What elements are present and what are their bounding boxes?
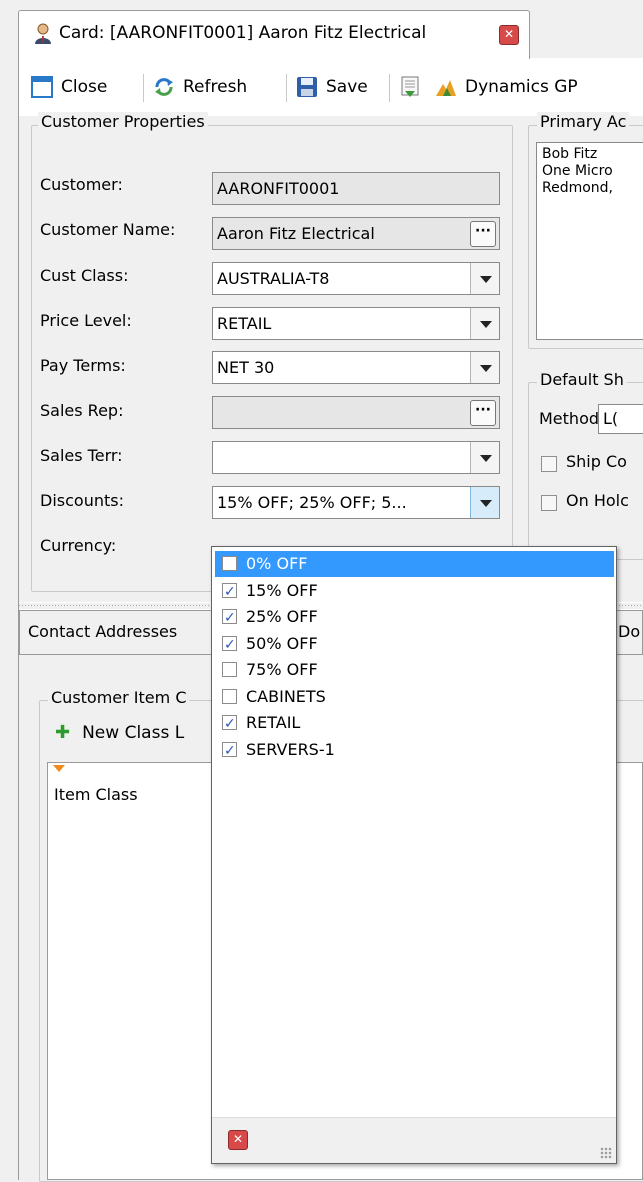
- chevron-down-icon[interactable]: [470, 487, 499, 518]
- chevron-down-icon[interactable]: [470, 442, 499, 473]
- ship-complete-label: Ship Co: [566, 452, 627, 471]
- discount-option[interactable]: 0% OFF: [215, 551, 614, 577]
- pay-terms-value: NET 30: [217, 358, 275, 377]
- discount-option-label: SERVERS-1: [246, 739, 335, 759]
- customer-properties-title: Customer Properties: [38, 112, 208, 131]
- save-icon: [297, 77, 317, 97]
- pay-terms-label: Pay Terms:: [40, 356, 126, 375]
- toolbar-divider: [143, 74, 144, 102]
- cust-class-select[interactable]: AUSTRALIA-T8: [212, 262, 500, 295]
- discount-option-label: 0% OFF: [246, 554, 308, 573]
- discount-option[interactable]: 25% OFF: [215, 604, 614, 631]
- chevron-down-icon[interactable]: [470, 263, 499, 294]
- close-icon[interactable]: ✕: [499, 25, 519, 45]
- sales-terr-select[interactable]: [212, 441, 500, 474]
- toolbar-divider: [286, 74, 287, 102]
- discount-option[interactable]: 50% OFF: [215, 631, 614, 658]
- discounts-select[interactable]: 15% OFF; 25% OFF; 5...: [212, 486, 500, 519]
- address-line: One Micro: [542, 163, 613, 179]
- close-button-label: Close: [61, 77, 108, 97]
- price-level-select[interactable]: RETAIL: [212, 307, 500, 340]
- default-shipping-title: Default Sh: [537, 370, 627, 389]
- method-select[interactable]: L(: [598, 404, 643, 434]
- discount-option[interactable]: CABINETS: [215, 684, 614, 710]
- dynamics-gp-button[interactable]: Dynamics GP: [435, 72, 578, 102]
- discount-option[interactable]: 15% OFF: [215, 578, 614, 605]
- new-class-button[interactable]: ✚ New Class L: [55, 722, 184, 743]
- discount-option-checkbox[interactable]: [222, 738, 237, 764]
- export-button[interactable]: [399, 72, 429, 102]
- toolbar: Close Refresh Save Dynamics GP: [19, 60, 643, 116]
- currency-label: Currency:: [40, 536, 117, 555]
- cust-class-value: AUSTRALIA-T8: [217, 269, 330, 288]
- popup-footer: ✕: [212, 1117, 616, 1163]
- dynamics-gp-label: Dynamics GP: [465, 77, 578, 97]
- tab-contact-addresses[interactable]: Contact Addresses: [19, 610, 212, 654]
- close-button[interactable]: Close: [31, 72, 107, 102]
- add-icon: ✚: [55, 722, 71, 743]
- sales-terr-label: Sales Terr:: [40, 446, 123, 465]
- sales-rep-label: Sales Rep:: [40, 401, 124, 420]
- price-level-label: Price Level:: [40, 311, 132, 330]
- customer-name-lookup-button[interactable]: ···: [470, 221, 496, 247]
- document-export-icon: [401, 76, 419, 97]
- sort-indicator-icon: [53, 765, 65, 772]
- toolbar-divider: [389, 74, 390, 102]
- discount-option-checkbox[interactable]: [222, 556, 237, 571]
- discounts-label: Discounts:: [40, 491, 124, 510]
- customer-name-field[interactable]: Aaron Fitz Electrical: [212, 217, 500, 250]
- sales-rep-lookup-button[interactable]: ···: [470, 400, 496, 426]
- address-line: Redmond,: [542, 180, 614, 196]
- discount-option-checkbox[interactable]: [222, 632, 237, 658]
- refresh-icon: [155, 78, 173, 96]
- chevron-down-icon[interactable]: [470, 308, 499, 339]
- save-button[interactable]: Save: [296, 72, 368, 102]
- window-icon: [31, 76, 53, 98]
- customer-name-value: Aaron Fitz Electrical: [217, 224, 375, 243]
- on-hold-label: On Holc: [566, 491, 629, 510]
- sales-rep-field[interactable]: [212, 396, 500, 429]
- discount-option-label: 15% OFF: [246, 580, 318, 600]
- customer-label: Customer:: [40, 175, 123, 194]
- chevron-down-icon[interactable]: [470, 352, 499, 383]
- discount-option-label: CABINETS: [246, 686, 326, 706]
- discount-option-checkbox[interactable]: [222, 605, 237, 631]
- on-hold-checkbox[interactable]: [541, 495, 557, 511]
- discount-option[interactable]: SERVERS-1: [215, 737, 614, 764]
- discount-option[interactable]: 75% OFF: [215, 657, 614, 683]
- refresh-button[interactable]: Refresh: [153, 72, 247, 102]
- refresh-button-label: Refresh: [183, 77, 248, 97]
- dynamics-logo-icon: [436, 80, 456, 96]
- price-level-value: RETAIL: [217, 314, 272, 333]
- tab-title: Card: [AARONFIT0001] Aaron Fitz Electric…: [59, 23, 427, 43]
- primary-address-title: Primary Ac: [537, 112, 630, 131]
- discount-option-checkbox[interactable]: [222, 711, 237, 737]
- cust-class-label: Cust Class:: [40, 266, 129, 285]
- discounts-dropdown-popup: 0% OFF 15% OFF 25% OFF 50% OFF 75% OFF CABINE…: [211, 546, 617, 1164]
- discount-option-checkbox[interactable]: [222, 579, 237, 605]
- discount-option-label: 50% OFF: [246, 633, 318, 653]
- discount-option-label: 75% OFF: [246, 660, 318, 679]
- discount-option-label: 25% OFF: [246, 607, 318, 626]
- discount-option[interactable]: RETAIL: [215, 710, 614, 737]
- user-icon: [35, 23, 51, 44]
- resize-grip-icon[interactable]: [600, 1147, 612, 1159]
- customer-name-label: Customer Name:: [40, 220, 176, 239]
- document-tab[interactable]: Card: [AARONFIT0001] Aaron Fitz Electric…: [18, 10, 530, 59]
- discount-option-label: RETAIL: [246, 713, 301, 732]
- discounts-value: 15% OFF; 25% OFF; 5...: [217, 493, 407, 512]
- close-icon[interactable]: ✕: [228, 1130, 248, 1150]
- column-header-item-class[interactable]: Item Class: [54, 785, 138, 804]
- ship-complete-checkbox[interactable]: [541, 456, 557, 472]
- customer-item-classes-title: Customer Item C: [48, 688, 190, 707]
- discount-option-checkbox[interactable]: [222, 662, 237, 677]
- discount-option-checkbox[interactable]: [222, 688, 237, 704]
- customer-field[interactable]: AARONFIT0001: [212, 172, 500, 205]
- pay-terms-select[interactable]: NET 30: [212, 351, 500, 384]
- new-class-button-label: New Class L: [82, 722, 185, 743]
- method-label: Method: [539, 409, 600, 428]
- address-line: Bob Fitz: [542, 146, 598, 162]
- save-button-label: Save: [326, 77, 368, 97]
